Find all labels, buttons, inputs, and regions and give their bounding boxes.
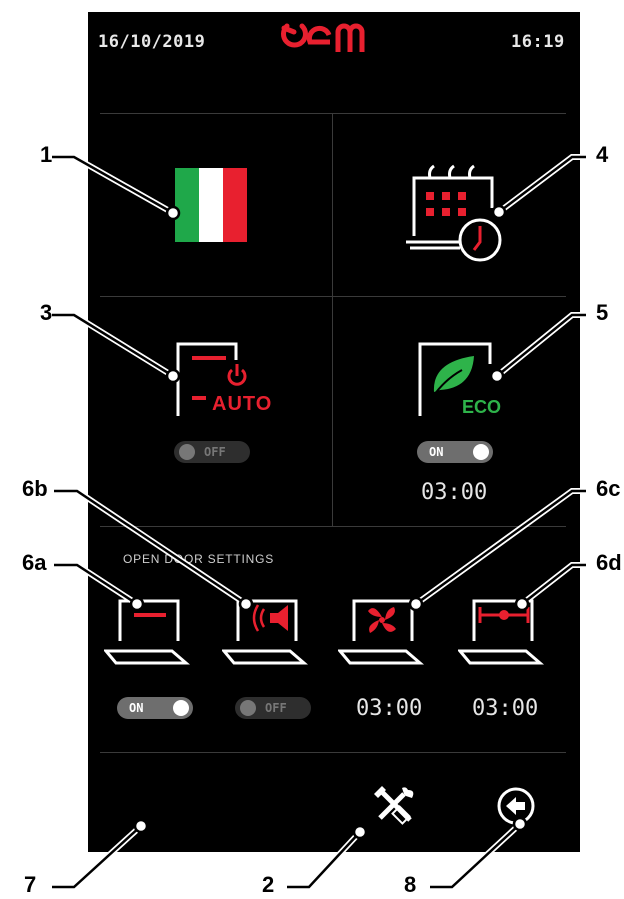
callout-lines [52,154,586,890]
callout-6d: 6d [596,550,622,575]
callout-5: 5 [596,300,609,325]
callout-3: 3 [40,300,53,325]
callout-6c: 6c [596,476,621,501]
callout-1: 1 [40,142,53,167]
callout-2: 2 [262,872,275,897]
callout-8: 8 [404,872,417,897]
callout-7: 7 [24,872,37,897]
callout-6b: 6b [22,476,48,501]
callout-4: 4 [596,142,609,167]
callout-6a: 6a [22,550,47,575]
